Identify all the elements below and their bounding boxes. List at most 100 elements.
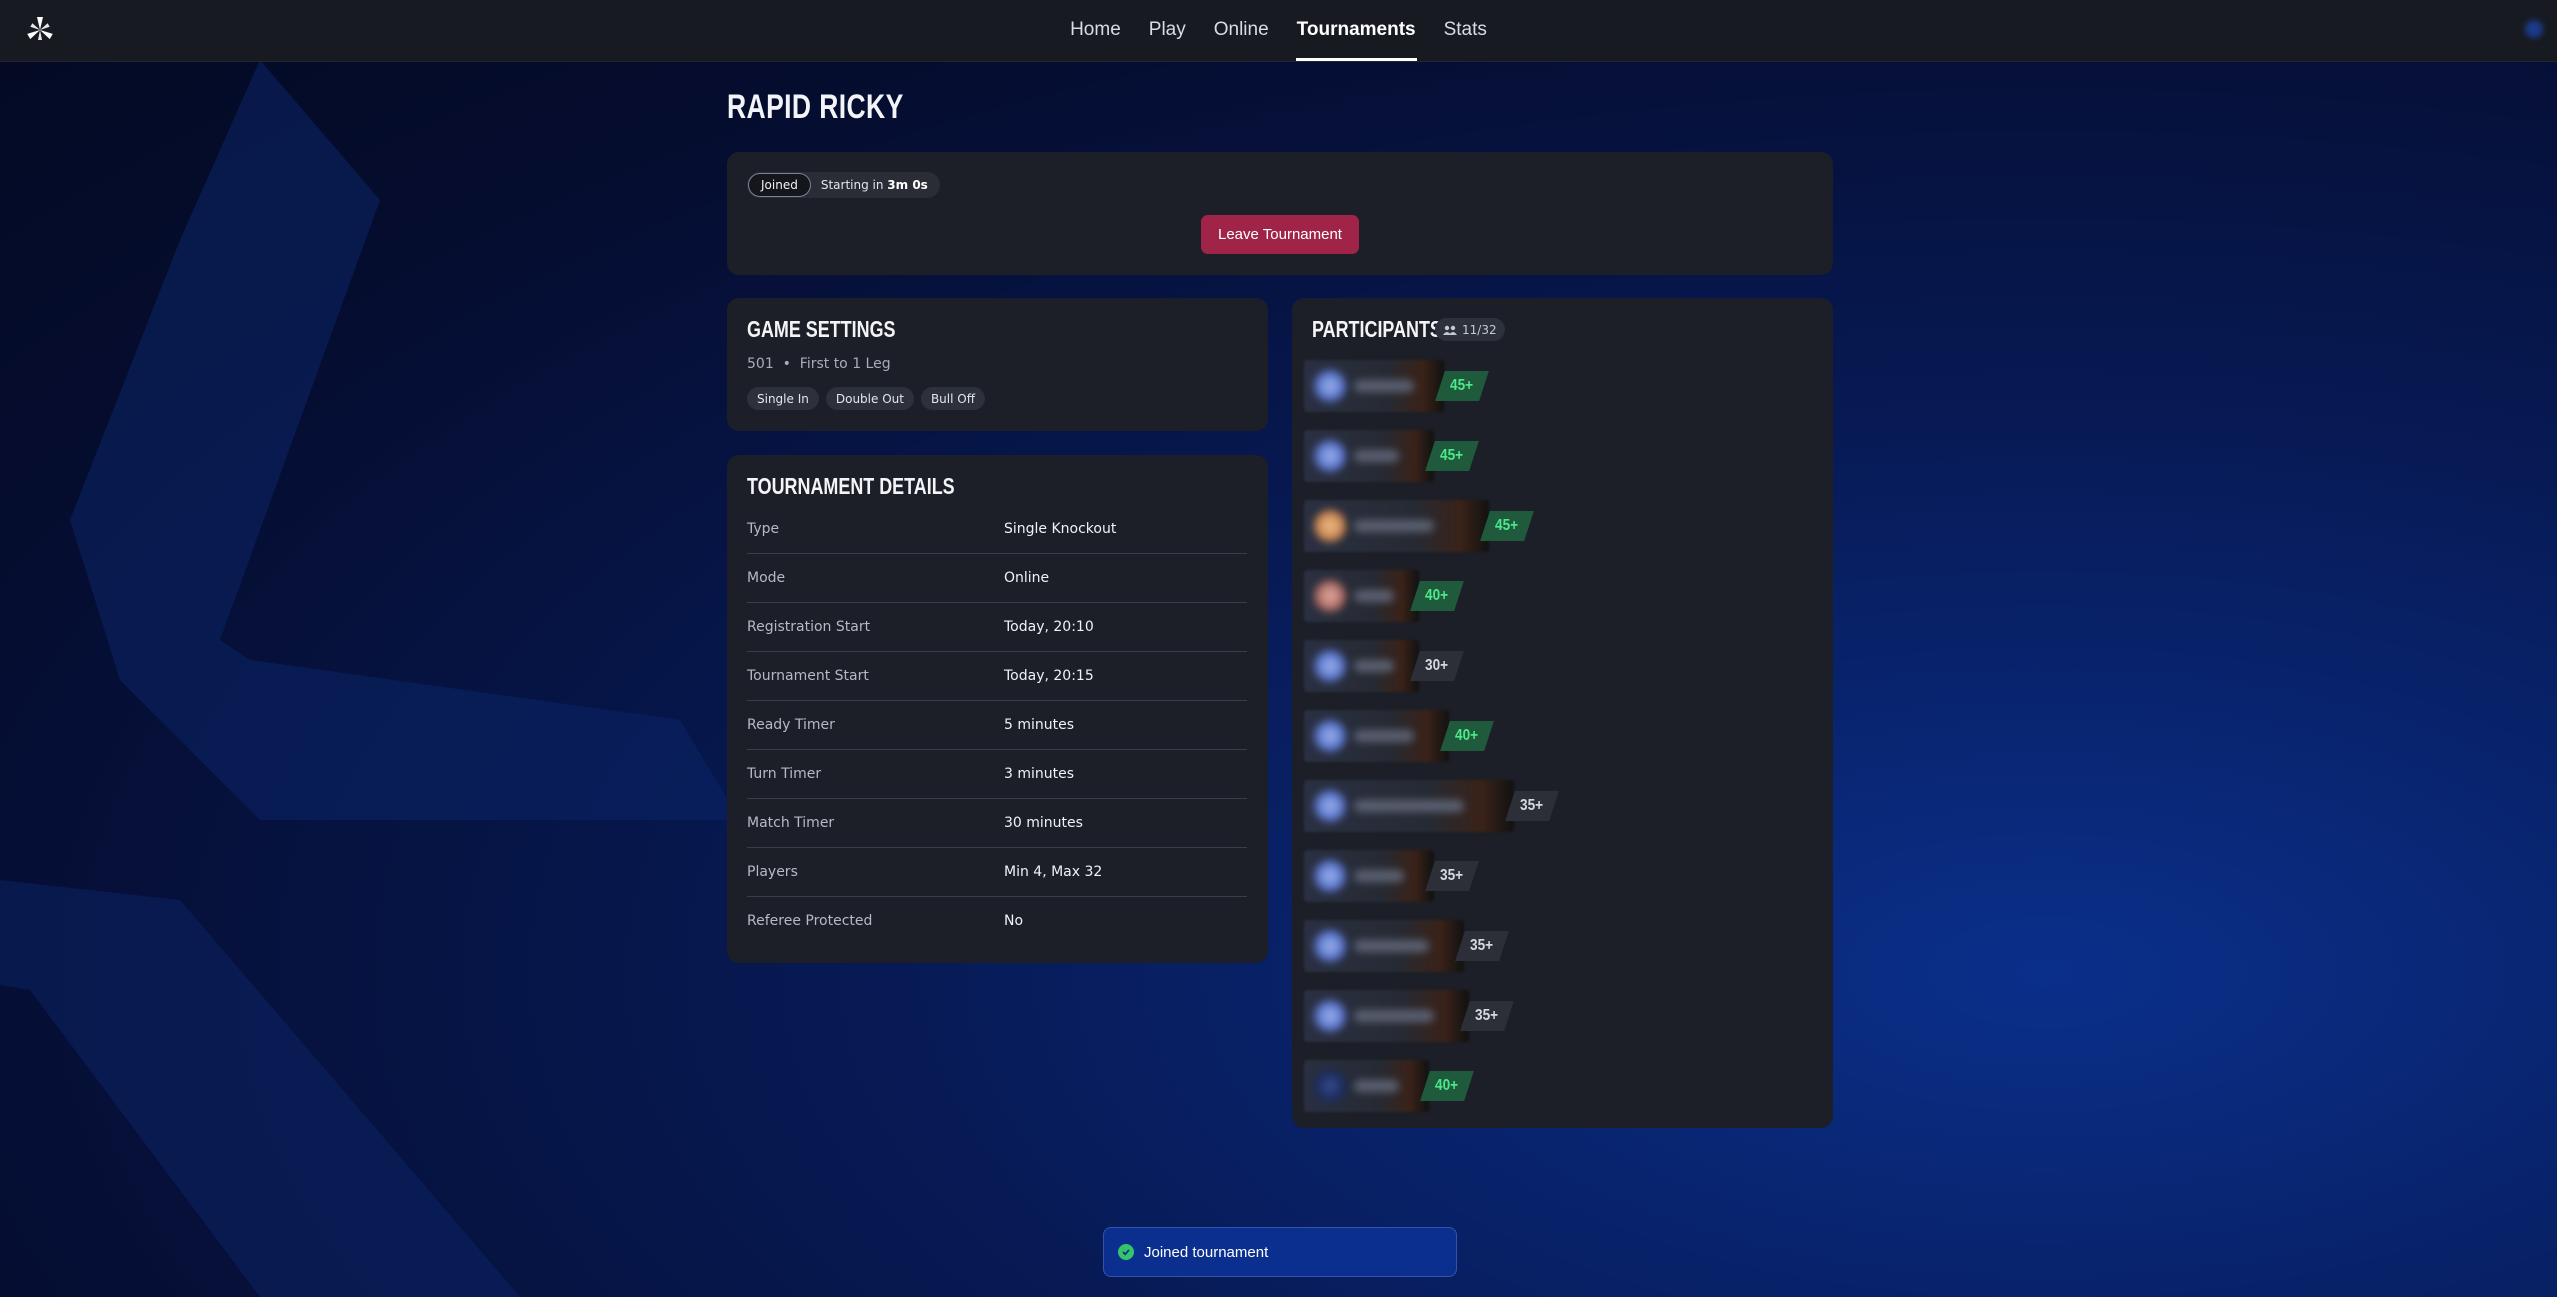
- details-row: Players Min 4, Max 32: [747, 848, 1247, 897]
- details-label: Match Timer: [747, 815, 835, 831]
- participant-avatar: [1314, 370, 1346, 402]
- details-row: Registration Start Today, 20:10: [747, 603, 1247, 652]
- participant-card[interactable]: [1304, 570, 1419, 622]
- details-row: Tournament Start Today, 20:15: [747, 652, 1247, 701]
- participant-level-badge: 45+: [1425, 441, 1479, 471]
- details-value: Today, 20:15: [1004, 668, 1094, 684]
- users-icon: [1443, 325, 1457, 335]
- participants-count: 11/32: [1462, 322, 1497, 337]
- participant-card[interactable]: [1304, 360, 1444, 412]
- participant-avatar: [1314, 1070, 1346, 1102]
- details-value: No: [1004, 913, 1024, 929]
- toast-notification: Joined tournament: [1103, 1227, 1457, 1277]
- participant-name: [1354, 1010, 1434, 1022]
- leave-tournament-button[interactable]: Leave Tournament: [1201, 215, 1359, 254]
- nav-online[interactable]: Online: [1213, 0, 1270, 61]
- participant-level-badge: 30+: [1410, 651, 1464, 681]
- participant-card[interactable]: [1304, 430, 1434, 482]
- tag-bull-off: Bull Off: [920, 387, 985, 410]
- participants-heading: PARTICIPANTS: [1312, 316, 1442, 342]
- details-label: Tournament Start: [747, 668, 869, 684]
- participant-level-badge: 40+: [1440, 721, 1494, 751]
- details-label: Mode: [747, 570, 786, 586]
- top-navigation-bar: Home Play Online Tournaments Stats: [0, 0, 2557, 62]
- starting-countdown: Starting in 3m 0s: [821, 178, 928, 192]
- participant-name: [1354, 940, 1429, 952]
- details-label: Referee Protected: [747, 913, 873, 929]
- participant-level-badge: 35+: [1425, 861, 1479, 891]
- participant-card[interactable]: [1304, 640, 1419, 692]
- user-avatar[interactable]: [2525, 20, 2543, 38]
- participant-card[interactable]: [1304, 920, 1464, 972]
- participant-level-badge: 35+: [1460, 1001, 1514, 1031]
- details-value: 5 minutes: [1004, 717, 1075, 733]
- details-row: Referee Protected No: [747, 897, 1247, 945]
- details-row: Match Timer 30 minutes: [747, 799, 1247, 848]
- participant-level-badge: 45+: [1435, 371, 1489, 401]
- participant-name: [1354, 1080, 1399, 1092]
- participant-avatar: [1314, 1000, 1346, 1032]
- details-label: Ready Timer: [747, 717, 835, 733]
- tag-double-out: Double Out: [825, 387, 914, 410]
- participant-card[interactable]: [1304, 1060, 1429, 1112]
- participant-level: 35+: [1475, 1007, 1499, 1024]
- details-label: Type: [747, 521, 780, 537]
- participant-level: 30+: [1425, 657, 1449, 674]
- participant-level: 35+: [1470, 937, 1494, 954]
- participant-level: 40+: [1455, 727, 1479, 744]
- participant-level-badge: 35+: [1455, 931, 1509, 961]
- participant-avatar: [1314, 580, 1346, 612]
- details-value: Min 4, Max 32: [1004, 864, 1103, 880]
- nav-home[interactable]: Home: [1069, 0, 1122, 61]
- participant-level-badge: 40+: [1410, 581, 1464, 611]
- participant-name: [1354, 730, 1414, 742]
- details-label: Turn Timer: [747, 766, 822, 782]
- participant-avatar: [1314, 860, 1346, 892]
- check-circle-icon: [1118, 1244, 1134, 1260]
- details-label: Players: [747, 864, 798, 880]
- starting-time: 3m 0s: [887, 178, 928, 192]
- participant-name: [1354, 590, 1394, 602]
- tag-single-in: Single In: [747, 387, 819, 410]
- details-value: Single Knockout: [1004, 521, 1117, 537]
- participant-name: [1354, 520, 1434, 532]
- nav-stats[interactable]: Stats: [1443, 0, 1488, 61]
- participant-avatar: [1314, 440, 1346, 472]
- participant-level: 40+: [1435, 1077, 1459, 1094]
- details-value: Today, 20:10: [1004, 619, 1094, 635]
- tournament-details-card: TOURNAMENT DETAILS Type Single Knockout M…: [727, 455, 1268, 963]
- nav-tournaments[interactable]: Tournaments: [1295, 0, 1417, 61]
- participant-name: [1354, 380, 1414, 392]
- participant-name: [1354, 450, 1399, 462]
- participant-card[interactable]: [1304, 850, 1434, 902]
- status-card: Joined Starting in 3m 0s Leave Tournamen…: [727, 152, 1833, 275]
- participant-card[interactable]: [1304, 500, 1489, 552]
- details-value: 30 minutes: [1004, 815, 1083, 831]
- game-settings-card: GAME SETTINGS 501 • First to 1 Leg Singl…: [727, 298, 1268, 431]
- toast-message: Joined tournament: [1144, 1243, 1269, 1261]
- participant-avatar: [1314, 510, 1346, 542]
- joined-badge: Joined: [748, 173, 811, 197]
- page-title: RAPID RICKY: [727, 88, 904, 126]
- participant-level-badge: 35+: [1505, 791, 1559, 821]
- game-settings-tags: Single In Double Out Bull Off: [747, 387, 985, 410]
- details-row: Ready Timer 5 minutes: [747, 701, 1247, 750]
- details-row: Turn Timer 3 minutes: [747, 750, 1247, 799]
- participant-name: [1354, 870, 1404, 882]
- nav-play[interactable]: Play: [1148, 0, 1187, 61]
- participant-card[interactable]: [1304, 990, 1469, 1042]
- game-settings-heading: GAME SETTINGS: [747, 316, 896, 342]
- details-row: Mode Online: [747, 554, 1247, 603]
- participant-level: 35+: [1520, 797, 1544, 814]
- participant-card[interactable]: [1304, 710, 1449, 762]
- participants-count-badge: 11/32: [1435, 318, 1505, 341]
- participant-name: [1354, 660, 1394, 672]
- details-label: Registration Start: [747, 619, 871, 635]
- participant-card[interactable]: [1304, 780, 1514, 832]
- details-value: Online: [1004, 570, 1050, 586]
- participant-avatar: [1314, 650, 1346, 682]
- main-nav: Home Play Online Tournaments Stats: [0, 0, 2557, 61]
- participant-level-badge: 45+: [1480, 511, 1534, 541]
- participants-card: PARTICIPANTS 11/32 45+ 45+ 45+ 40+ 30+ 40+ 35+…: [1292, 298, 1833, 1128]
- details-row: Type Single Knockout: [747, 505, 1247, 554]
